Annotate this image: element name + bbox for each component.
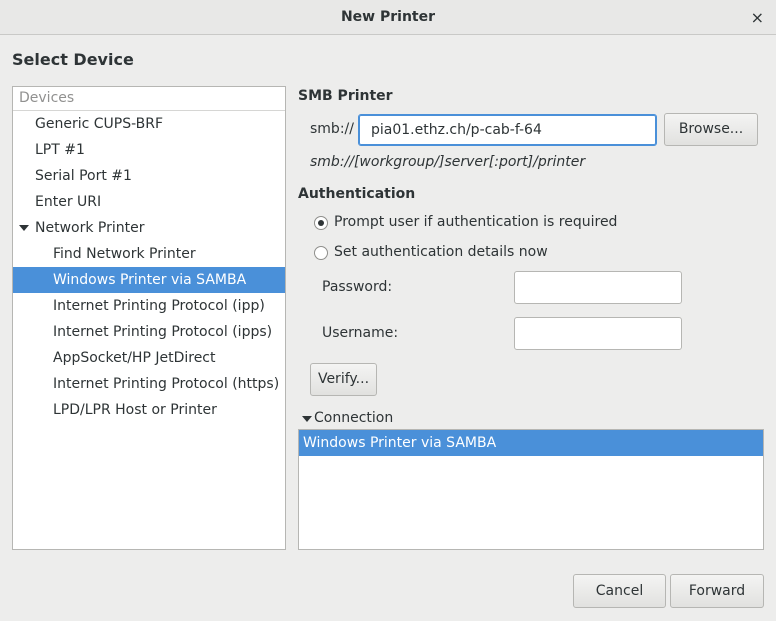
device-settings-panel: SMB Printer smb:// Browse... smb://[work…	[298, 35, 768, 555]
expander-down-icon[interactable]	[302, 416, 312, 422]
device-item-enter-uri[interactable]: Enter URI	[13, 189, 285, 215]
close-icon[interactable]: ×	[751, 8, 764, 27]
device-item-find-network-printer[interactable]: Find Network Printer	[13, 241, 285, 267]
auth-section-title: Authentication	[298, 186, 416, 202]
device-item-lpt1[interactable]: LPT #1	[13, 137, 285, 163]
verify-button[interactable]: Verify...	[310, 363, 377, 396]
device-item-network-printer[interactable]: Network Printer	[13, 215, 285, 241]
connection-item-windows-samba[interactable]: Windows Printer via SAMBA	[299, 430, 763, 456]
username-label: Username:	[322, 325, 399, 341]
title-bar: New Printer ×	[0, 0, 776, 35]
radio-prompt-auth-label[interactable]: Prompt user if authentication is require…	[334, 214, 617, 230]
radio-prompt-auth[interactable]	[314, 216, 328, 230]
device-item-label: Network Printer	[35, 220, 145, 236]
device-item-label: Windows Printer via SAMBA	[53, 272, 247, 288]
username-field[interactable]	[514, 317, 682, 350]
device-item-label: Internet Printing Protocol (ipp)	[53, 298, 265, 314]
radio-set-auth[interactable]	[314, 246, 328, 260]
forward-button[interactable]: Forward	[670, 574, 764, 608]
device-item-label: Serial Port #1	[35, 168, 132, 184]
device-item-label: AppSocket/HP JetDirect	[53, 350, 216, 366]
device-item-label: LPD/LPR Host or Printer	[53, 402, 217, 418]
device-item-label: Enter URI	[35, 194, 102, 210]
device-item-windows-samba[interactable]: Windows Printer via SAMBA	[13, 267, 285, 293]
connection-list[interactable]: Windows Printer via SAMBA	[298, 429, 764, 550]
device-tree[interactable]: Devices Generic CUPS-BRF LPT #1 Serial P…	[12, 86, 286, 550]
browse-button[interactable]: Browse...	[664, 113, 758, 146]
device-item-ipps[interactable]: Internet Printing Protocol (ipps)	[13, 319, 285, 345]
password-label: Password:	[322, 279, 393, 295]
smb-section-title: SMB Printer	[298, 88, 393, 104]
smb-format-hint: smb://[workgroup/]server[:port]/printer	[310, 154, 586, 170]
device-item-serial-port1[interactable]: Serial Port #1	[13, 163, 285, 189]
smb-prefix-label: smb://	[310, 121, 354, 137]
window-title: New Printer	[340, 9, 436, 25]
device-item-lpd[interactable]: LPD/LPR Host or Printer	[13, 397, 285, 423]
expander-down-icon[interactable]	[19, 225, 29, 231]
cancel-button[interactable]: Cancel	[573, 574, 666, 608]
device-item-https[interactable]: Internet Printing Protocol (https)	[13, 371, 285, 397]
smb-uri-input[interactable]	[358, 114, 657, 146]
radio-set-auth-label[interactable]: Set authentication details now	[334, 244, 548, 260]
page-heading: Select Device	[12, 50, 134, 69]
connection-item-label: Windows Printer via SAMBA	[303, 435, 497, 451]
device-item-label: Internet Printing Protocol (ipps)	[53, 324, 273, 340]
device-item-generic-cups-brf[interactable]: Generic CUPS-BRF	[13, 111, 285, 137]
device-item-ipp[interactable]: Internet Printing Protocol (ipp)	[13, 293, 285, 319]
device-item-label: Generic CUPS-BRF	[35, 116, 164, 132]
device-item-label: Internet Printing Protocol (https)	[53, 376, 280, 392]
dialog-body: Select Device Devices Generic CUPS-BRF L…	[0, 35, 776, 621]
device-item-label: LPT #1	[35, 142, 85, 158]
connection-expander-label[interactable]: Connection	[314, 410, 393, 426]
device-item-label: Find Network Printer	[53, 246, 196, 262]
password-field[interactable]	[514, 271, 682, 304]
device-tree-header[interactable]: Devices	[13, 87, 285, 111]
device-item-appsocket[interactable]: AppSocket/HP JetDirect	[13, 345, 285, 371]
